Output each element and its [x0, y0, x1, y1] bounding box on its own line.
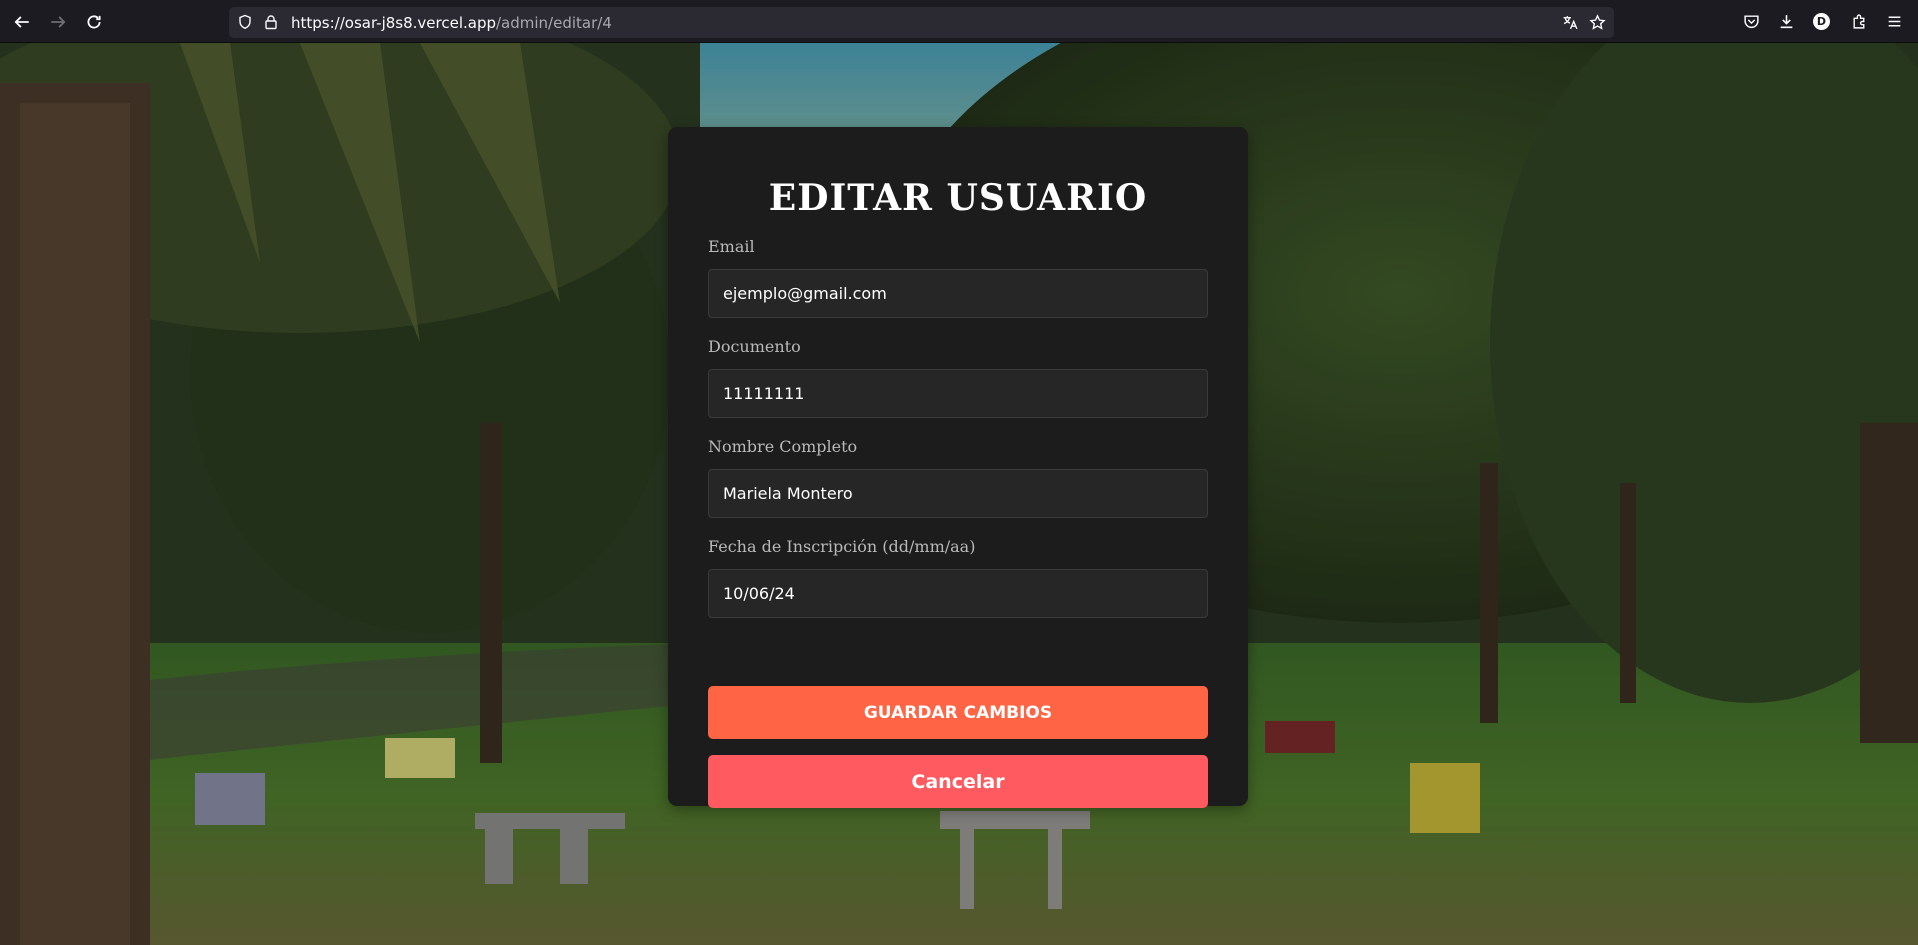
extensions-icon[interactable]	[1849, 11, 1869, 31]
menu-icon[interactable]	[1884, 11, 1904, 31]
url-host: https://osar-j8s8.vercel.app	[291, 14, 496, 32]
back-arrow-icon[interactable]	[8, 8, 36, 36]
nombre-completo-label: Nombre Completo	[708, 437, 858, 456]
shield-icon[interactable]	[237, 14, 253, 30]
address-bar[interactable]: https://osar-j8s8.vercel.app/admin/edita…	[229, 7, 1614, 38]
email-label: Email	[708, 237, 755, 256]
documento-field[interactable]	[708, 369, 1208, 418]
lock-icon[interactable]	[263, 14, 279, 30]
url-text[interactable]: https://osar-j8s8.vercel.app/admin/edita…	[291, 14, 612, 32]
profile-avatar[interactable]: D	[1813, 13, 1830, 30]
translate-icon[interactable]	[1562, 14, 1579, 31]
bookmark-star-icon[interactable]	[1589, 14, 1606, 31]
fecha-inscripcion-field[interactable]	[708, 569, 1208, 618]
fecha-inscripcion-label: Fecha de Inscripción (dd/mm/aa)	[708, 537, 976, 556]
nombre-completo-field[interactable]	[708, 469, 1208, 518]
save-changes-button[interactable]: GUARDAR CAMBIOS	[708, 686, 1208, 739]
url-path: /admin/editar/4	[496, 14, 612, 32]
download-icon[interactable]	[1776, 11, 1796, 31]
form-title: EDITAR USUARIO	[768, 177, 1148, 219]
email-field[interactable]	[708, 269, 1208, 318]
cancel-button[interactable]: Cancelar	[708, 755, 1208, 808]
forward-arrow-icon[interactable]	[44, 8, 72, 36]
edit-user-form: EDITAR USUARIO Email Documento Nombre Co…	[668, 127, 1248, 808]
reload-icon[interactable]	[80, 8, 108, 36]
page-viewport: EDITAR USUARIO Email Documento Nombre Co…	[0, 43, 1918, 945]
pocket-icon[interactable]	[1741, 11, 1761, 31]
browser-toolbar: https://osar-j8s8.vercel.app/admin/edita…	[0, 0, 1918, 43]
documento-label: Documento	[708, 337, 801, 356]
